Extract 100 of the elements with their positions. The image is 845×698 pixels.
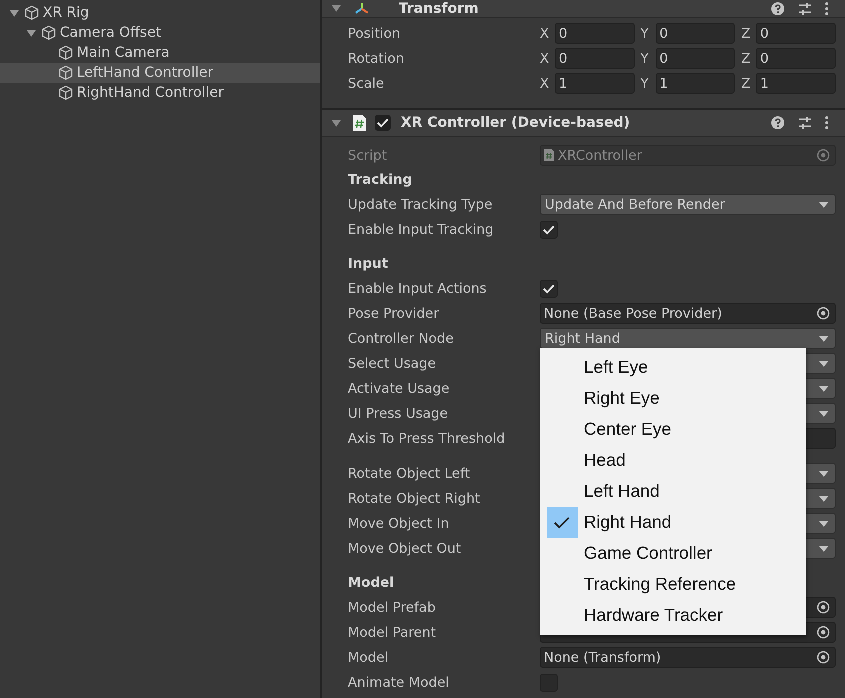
number-field[interactable]: 1	[756, 73, 836, 94]
property-label: Activate Usage	[348, 380, 451, 396]
property-label: Rotation	[348, 50, 406, 66]
settings-sliders-icon[interactable]	[798, 116, 812, 130]
checkbox[interactable]	[540, 220, 558, 238]
property-label: Model Prefab	[348, 600, 437, 616]
checkbox[interactable]	[540, 280, 558, 298]
help-icon[interactable]	[771, 116, 785, 130]
property-label: Animate Model	[348, 674, 450, 690]
menu-item[interactable]: Game Controller	[540, 538, 806, 569]
check-icon	[377, 118, 389, 128]
property-label: Select Usage	[348, 356, 438, 372]
number-field[interactable]: 0	[756, 23, 836, 44]
hierarchy-item[interactable]: Main Camera	[0, 43, 320, 63]
property-label: Controller Node	[348, 330, 455, 346]
section-header: Model	[348, 575, 396, 591]
dropdown-arrow-icon	[819, 496, 829, 502]
more-icon[interactable]	[825, 2, 829, 16]
dropdown-arrow-icon	[819, 520, 829, 526]
number-field[interactable]: 0	[656, 48, 736, 69]
check-icon	[543, 224, 555, 234]
object-name: Camera Offset	[60, 25, 162, 41]
dropdown-arrow-icon	[819, 202, 829, 208]
script-icon	[544, 149, 555, 162]
number-field[interactable]: 0	[656, 23, 736, 44]
menu-item[interactable]: Right Eye	[540, 383, 806, 414]
object-name: Main Camera	[77, 45, 170, 61]
help-icon[interactable]	[771, 2, 785, 16]
object-field[interactable]: None (Base Pose Provider)	[540, 303, 836, 324]
axis-label[interactable]: Z	[741, 26, 754, 42]
menu-item[interactable]: Right Hand	[540, 507, 806, 538]
property-label: Position	[348, 26, 402, 42]
menu-item[interactable]: Left Hand	[540, 476, 806, 507]
component-title: Transform	[399, 0, 479, 16]
property-label: Model	[348, 650, 390, 666]
axis-label[interactable]: X	[540, 50, 552, 66]
cube-icon	[24, 5, 40, 21]
collapse-arrow-icon[interactable]	[332, 4, 341, 13]
expand-arrow-icon[interactable]	[10, 8, 19, 18]
cube-icon	[58, 85, 74, 101]
property-label: Rotate Object Right	[348, 490, 482, 506]
property-label: Enable Input Tracking	[348, 222, 495, 238]
menu-item[interactable]: Head	[540, 445, 806, 476]
property-label: Update Tracking Type	[348, 196, 494, 212]
dropdown-arrow-icon	[819, 360, 829, 366]
property-label: Model Parent	[348, 624, 438, 640]
dropdown[interactable]: Update And Before Render	[540, 194, 836, 215]
check-icon	[543, 284, 555, 294]
object-picker-icon[interactable]	[817, 307, 830, 320]
dropdown-arrow-icon	[819, 410, 829, 416]
menu-item[interactable]: Hardware Tracker	[540, 600, 806, 631]
hierarchy-item[interactable]: LeftHand Controller	[0, 63, 320, 83]
hierarchy-item[interactable]: RightHand Controller	[0, 83, 320, 103]
dropdown[interactable]: Right Hand	[540, 328, 836, 349]
expand-arrow-icon[interactable]	[27, 28, 36, 38]
component-header[interactable]: XR Controller (Device-based)	[322, 110, 845, 137]
hierarchy-item[interactable]: Camera Offset	[0, 23, 320, 43]
property-label: UI Press Usage	[348, 406, 450, 422]
dropdown-arrow-icon	[819, 336, 829, 342]
script-icon	[353, 114, 367, 132]
axis-label[interactable]: Z	[741, 76, 754, 92]
axis-label[interactable]: Y	[640, 50, 653, 66]
number-field[interactable]: 0	[555, 23, 635, 44]
collapse-arrow-icon[interactable]	[332, 118, 341, 128]
property-label: Enable Input Actions	[348, 280, 488, 296]
property-label: Script	[348, 148, 388, 164]
axis-label[interactable]: X	[540, 76, 552, 92]
cube-icon	[58, 45, 74, 61]
menu-item[interactable]: Tracking Reference	[540, 569, 806, 600]
object-field[interactable]: None (Transform)	[540, 647, 836, 668]
object-name: XR Rig	[43, 5, 90, 21]
cube-icon	[41, 25, 57, 41]
settings-sliders-icon[interactable]	[798, 2, 812, 16]
cube-icon	[58, 65, 74, 81]
menu-item[interactable]: Center Eye	[540, 414, 806, 445]
property-label: Scale	[348, 76, 386, 92]
more-icon[interactable]	[825, 116, 829, 130]
axis-label[interactable]: Y	[640, 26, 653, 42]
number-field[interactable]: 0	[756, 48, 836, 69]
axis-label[interactable]: Z	[741, 50, 754, 66]
property-label: Rotate Object Left	[348, 466, 472, 482]
component-title: XR Controller (Device-based)	[401, 115, 630, 131]
number-field[interactable]: 1	[555, 73, 635, 94]
dropdown-arrow-icon	[819, 470, 829, 476]
object-picker-icon[interactable]	[817, 601, 830, 614]
property-label: Pose Provider	[348, 306, 440, 322]
hierarchy-item[interactable]: XR Rig	[0, 3, 320, 23]
property-label: Move Object Out	[348, 540, 462, 556]
object-picker-icon[interactable]	[817, 626, 830, 639]
axis-label[interactable]: X	[540, 26, 552, 42]
object-picker-icon[interactable]	[817, 651, 830, 664]
property-label: Axis To Press Threshold	[348, 430, 506, 446]
check-icon	[554, 516, 570, 528]
number-field[interactable]: 0	[555, 48, 635, 69]
enable-checkbox[interactable]	[375, 115, 391, 131]
component-header[interactable]: Transform	[322, 0, 845, 18]
number-field[interactable]: 1	[656, 73, 736, 94]
object-name: LeftHand Controller	[77, 65, 214, 81]
axis-label[interactable]: Y	[640, 76, 653, 92]
menu-item[interactable]: Left Eye	[540, 352, 806, 383]
